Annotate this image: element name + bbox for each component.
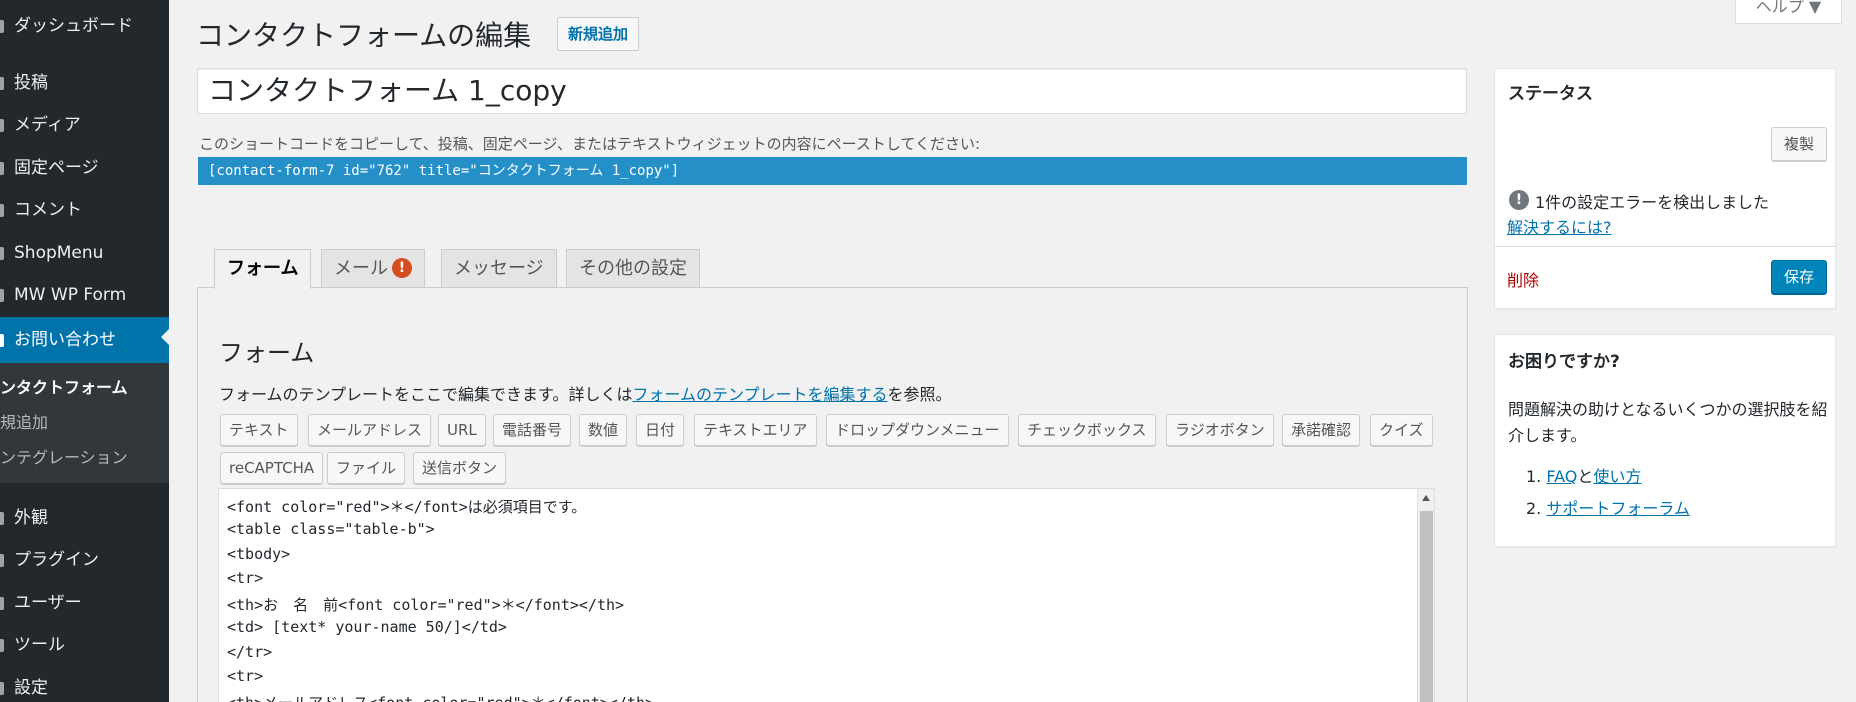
dashboard-icon	[0, 20, 4, 33]
submenu-integration[interactable]: ンテグレーション	[0, 444, 128, 468]
contact-submenu: ンタクトフォーム 規追加 ンテグレーション	[0, 363, 169, 483]
sidebar-item-settings[interactable]: 設定	[0, 668, 169, 702]
admin-sidebar: ダッシュボード 投稿 メディア 固定ページ コメント ShopMenu MW W…	[0, 0, 169, 702]
sidebar-item-pages[interactable]: 固定ページ	[0, 148, 169, 188]
mw-wp-form-icon	[0, 289, 4, 302]
tag-button-date[interactable]: 日付	[636, 414, 685, 446]
submenu-contact-forms[interactable]: ンタクトフォーム	[0, 374, 128, 398]
tools-icon	[0, 639, 4, 652]
sidebar-item-media[interactable]: メディア	[0, 105, 169, 145]
tag-button-radio[interactable]: ラジオボタン	[1166, 414, 1274, 446]
help-list-item: 1. FAQと使い方	[1526, 467, 1642, 486]
code-line: <tbody>	[227, 545, 291, 563]
contact-icon	[0, 334, 4, 347]
sidebar-item-dashboard[interactable]: ダッシュボード	[0, 6, 169, 46]
tab-form[interactable]: フォーム	[214, 249, 312, 289]
tag-button-dropdown[interactable]: ドロップダウンメニュー	[826, 414, 1009, 446]
sidebar-item-comments[interactable]: コメント	[0, 190, 169, 230]
tab-additional-settings[interactable]: その他の設定	[566, 249, 700, 287]
tag-button-number[interactable]: 数値	[579, 414, 628, 446]
plugins-icon	[0, 554, 4, 567]
sidebar-item-plugins[interactable]: プラグイン	[0, 540, 169, 580]
settings-icon	[0, 682, 4, 695]
shortcode-field[interactable]: [contact-form-7 id="762" title="コンタクトフォー…	[198, 157, 1467, 185]
tag-button-checkbox[interactable]: チェックボックス	[1018, 414, 1156, 446]
code-line: <font color="red">＊</font>は必須項目です。	[227, 498, 587, 516]
tag-button-email[interactable]: メールアドレス	[308, 414, 432, 446]
help-list-item: 2. サポートフォーラム	[1526, 499, 1690, 518]
docs-link[interactable]: 使い方	[1593, 467, 1641, 486]
sidebar-item-appearance[interactable]: 外観	[0, 498, 169, 538]
error-icon: !	[392, 258, 412, 278]
add-new-button[interactable]: 新規追加	[557, 17, 640, 51]
page-title: コンタクトフォームの編集	[196, 19, 532, 52]
tag-button-url[interactable]: URL	[438, 414, 486, 446]
submenu-add-new[interactable]: 規追加	[0, 409, 48, 433]
status-divider	[1494, 246, 1836, 247]
code-line: <th>お 名 前<font color="red">＊</font></th>	[227, 596, 625, 614]
sidebar-item-contact[interactable]: お問い合わせ	[0, 317, 169, 363]
tag-button-quiz[interactable]: クイズ	[1370, 414, 1433, 446]
tag-button-file[interactable]: ファイル	[327, 452, 406, 484]
scroll-up-arrow-icon[interactable]	[1422, 495, 1430, 501]
faq-link[interactable]: FAQ	[1546, 467, 1577, 486]
sidebar-item-mw-wp-form[interactable]: MW WP Form	[0, 275, 169, 315]
duplicate-button[interactable]: 複製	[1771, 127, 1828, 161]
help-description: 問題解決の助けとなるいくつかの選択肢を紹介します。	[1508, 400, 1828, 445]
template-help-link[interactable]: フォームのテンプレートを編集する	[632, 385, 887, 404]
tag-button-recaptcha[interactable]: reCAPTCHA	[220, 452, 324, 484]
sidebar-item-users[interactable]: ユーザー	[0, 583, 169, 623]
code-line: <tr>	[227, 569, 264, 587]
comments-icon	[0, 204, 4, 217]
shortcode-description: このショートコードをコピーして、投稿、固定ページ、またはテキストウィジェットの内…	[199, 135, 981, 153]
panel-description: フォームのテンプレートをここで編集できます。詳しくはフォームのテンプレートを編集…	[219, 385, 952, 404]
shopmenu-icon	[0, 247, 4, 260]
support-forum-link[interactable]: サポートフォーラム	[1546, 499, 1690, 518]
posts-icon	[0, 77, 4, 90]
code-line: <td> [text* your-name 50/]</td>	[227, 618, 507, 636]
form-title-input[interactable]: コンタクトフォーム 1_copy	[197, 68, 1467, 114]
code-line: <tr>	[227, 667, 264, 685]
users-icon	[0, 597, 4, 610]
panel-title: フォーム	[219, 339, 315, 367]
help-box-title: お困りですか?	[1508, 352, 1620, 372]
tab-mail[interactable]: メール!	[321, 249, 425, 287]
tag-button-tel[interactable]: 電話番号	[493, 414, 572, 446]
tag-button-acceptance[interactable]: 承諾確認	[1282, 414, 1361, 446]
sidebar-item-posts[interactable]: 投稿	[0, 63, 169, 103]
appearance-icon	[0, 512, 4, 525]
delete-link[interactable]: 削除	[1507, 267, 1539, 291]
media-icon	[0, 119, 4, 132]
form-template-editor[interactable]: <font color="red">＊</font>は必須項目です。 <tabl…	[218, 488, 1435, 702]
sidebar-item-shopmenu[interactable]: ShopMenu	[0, 233, 169, 273]
editor-scrollbar[interactable]	[1417, 489, 1434, 702]
tag-button-submit[interactable]: 送信ボタン	[413, 452, 507, 484]
tab-messages[interactable]: メッセージ	[441, 249, 557, 287]
resolve-link[interactable]: 解決するには?	[1507, 214, 1612, 238]
tag-button-textarea[interactable]: テキストエリア	[694, 414, 817, 446]
code-line: <table class="table-b">	[227, 520, 435, 538]
code-line: </tr>	[227, 643, 273, 661]
save-button[interactable]: 保存	[1771, 260, 1828, 294]
pages-icon	[0, 162, 4, 175]
scrollbar-thumb[interactable]	[1420, 511, 1433, 702]
config-error-text: 1件の設定エラーを検出しました	[1535, 193, 1770, 212]
help-tab[interactable]: ヘルプ ▼	[1735, 0, 1842, 24]
warning-icon: !	[1509, 190, 1529, 210]
tag-button-text[interactable]: テキスト	[220, 414, 298, 446]
sidebar-item-tools[interactable]: ツール	[0, 625, 169, 665]
status-box-title: ステータス	[1508, 84, 1593, 104]
code-line: <th>メールアドレス<font color="red">＊</font></t…	[227, 692, 654, 702]
